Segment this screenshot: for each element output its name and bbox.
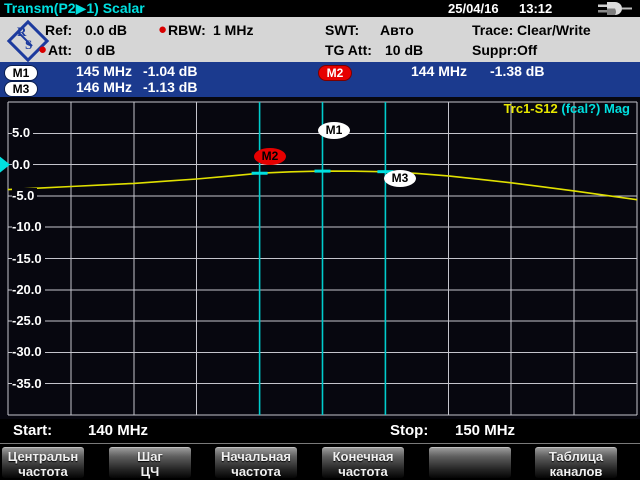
field-label: Suppr: <box>472 42 517 58</box>
field-label: Att: <box>48 42 72 58</box>
analyzer-screen: Transm(P2▶1) Scalar 25/04/16 13:12 R S R… <box>0 0 640 480</box>
marker-badge-m3: M3 <box>4 81 38 97</box>
measurement-title: Transm(P2▶1) Scalar <box>4 0 145 17</box>
stop-frequency-value: 150 MHz <box>455 422 515 439</box>
manual-setting-bullet-icon: ● <box>38 41 47 58</box>
date-display: 25/04/16 <box>448 1 499 16</box>
marker-level: -1.38 dB <box>490 63 544 79</box>
time-display: 13:12 <box>519 1 552 16</box>
marker-level: -1.13 dB <box>143 79 197 95</box>
softkey-button-1[interactable]: Центральнчастота <box>2 447 84 478</box>
start-label: Start: <box>13 422 52 439</box>
marker-badge-m1: M1 <box>4 65 38 81</box>
rs-logo-letter-s: S <box>25 37 32 53</box>
softkey-label-line2: частота <box>322 464 404 479</box>
y-axis-tick-label: 0.0 <box>12 157 33 172</box>
softkey-button-2[interactable]: ШагЦЧ <box>109 447 191 478</box>
y-axis-tick-label: -30.0 <box>12 344 45 359</box>
field-label: Ref: <box>45 22 72 38</box>
marker-flag-m1: M1 <box>318 122 350 139</box>
marker-readout-bar: M1 145 MHz -1.04 dB M2 144 MHz -1.38 dB M3 146 … <box>0 62 640 97</box>
softkey-label-line2: ЦЧ <box>109 464 191 479</box>
y-axis-tick-label: -25.0 <box>12 313 45 328</box>
y-axis-tick-label: -10.0 <box>12 219 45 234</box>
start-frequency-value: 140 MHz <box>88 422 148 439</box>
marker-flag-m3: M3 <box>384 170 416 187</box>
trace-format: (fcal?) Mag <box>558 101 630 116</box>
softkey-button-4[interactable]: Конечнаячастота <box>322 447 404 478</box>
stop-label: Stop: <box>390 422 428 439</box>
marker-frequency: 145 MHz <box>76 63 132 79</box>
softkey-label-line1: Конечная <box>322 449 404 464</box>
field-label: RBW: <box>168 22 206 38</box>
marker-level: -1.04 dB <box>143 63 197 79</box>
softkey-label-line2: каналов <box>535 464 617 479</box>
field-value: Clear/Write <box>517 22 591 38</box>
y-axis-tick-label: 5.0 <box>12 125 33 140</box>
field-value: 0 dB <box>85 42 115 58</box>
field-value: 1 MHz <box>213 22 253 38</box>
softkey-button-5[interactable] <box>429 447 511 478</box>
y-axis-tick-label: -35.0 <box>12 376 45 391</box>
settings-header: R S Ref:0.0 dB●RBW:1 MHzSWT:АвтоTrace:Cl… <box>0 17 640 62</box>
softkey-label-line2: частота <box>2 464 84 479</box>
softkey-button-3[interactable]: Начальнаячастота <box>215 447 297 478</box>
softkey-label-line1: Центральн <box>2 449 84 464</box>
title-bar: Transm(P2▶1) Scalar 25/04/16 13:12 <box>0 0 640 17</box>
marker-badge-m2: M2 <box>318 65 352 81</box>
y-axis-tick-label: -5.0 <box>12 188 37 203</box>
manual-setting-bullet-icon: ● <box>158 21 167 38</box>
marker-frequency: 144 MHz <box>411 63 467 79</box>
y-axis-tick-label: -20.0 <box>12 282 45 297</box>
field-value: 10 dB <box>385 42 423 58</box>
marker-frequency: 146 MHz <box>76 79 132 95</box>
trace-label: Trc1-S12 (fcal?) Mag <box>504 101 630 116</box>
field-label: Trace: <box>472 22 513 38</box>
y-axis-tick-label: -15.0 <box>12 251 45 266</box>
marker-trace-tick-m1 <box>315 170 331 173</box>
field-value: 0.0 dB <box>85 22 127 38</box>
field-label: TG Att: <box>325 42 372 58</box>
trace-plot-svg <box>0 97 640 419</box>
trace-name: Trc1-S12 <box>504 101 558 116</box>
field-value: Авто <box>380 22 414 38</box>
marker-flag-m2: M2 <box>254 148 286 165</box>
field-label: SWT: <box>325 22 359 38</box>
softkey-bar: ЦентральнчастотаШагЦЧНачальнаячастотаКон… <box>0 443 640 480</box>
measurement-graph: 5.0 0.0 -5.0 -10.0 -15.0 -20.0 -25.0 -30.0 -35.0… <box>0 97 640 419</box>
softkey-label-line1: Шаг <box>109 449 191 464</box>
marker-trace-tick-m2 <box>252 172 268 175</box>
softkey-label-line2: частота <box>215 464 297 479</box>
frequency-range-bar: Start: 140 MHz Stop: 150 MHz <box>0 419 640 443</box>
softkey-label-line1: Начальная <box>215 449 297 464</box>
softkey-label-line1: Таблица <box>535 449 617 464</box>
softkey-button-6[interactable]: Таблицаканалов <box>535 447 617 478</box>
field-value: Off <box>517 42 537 58</box>
